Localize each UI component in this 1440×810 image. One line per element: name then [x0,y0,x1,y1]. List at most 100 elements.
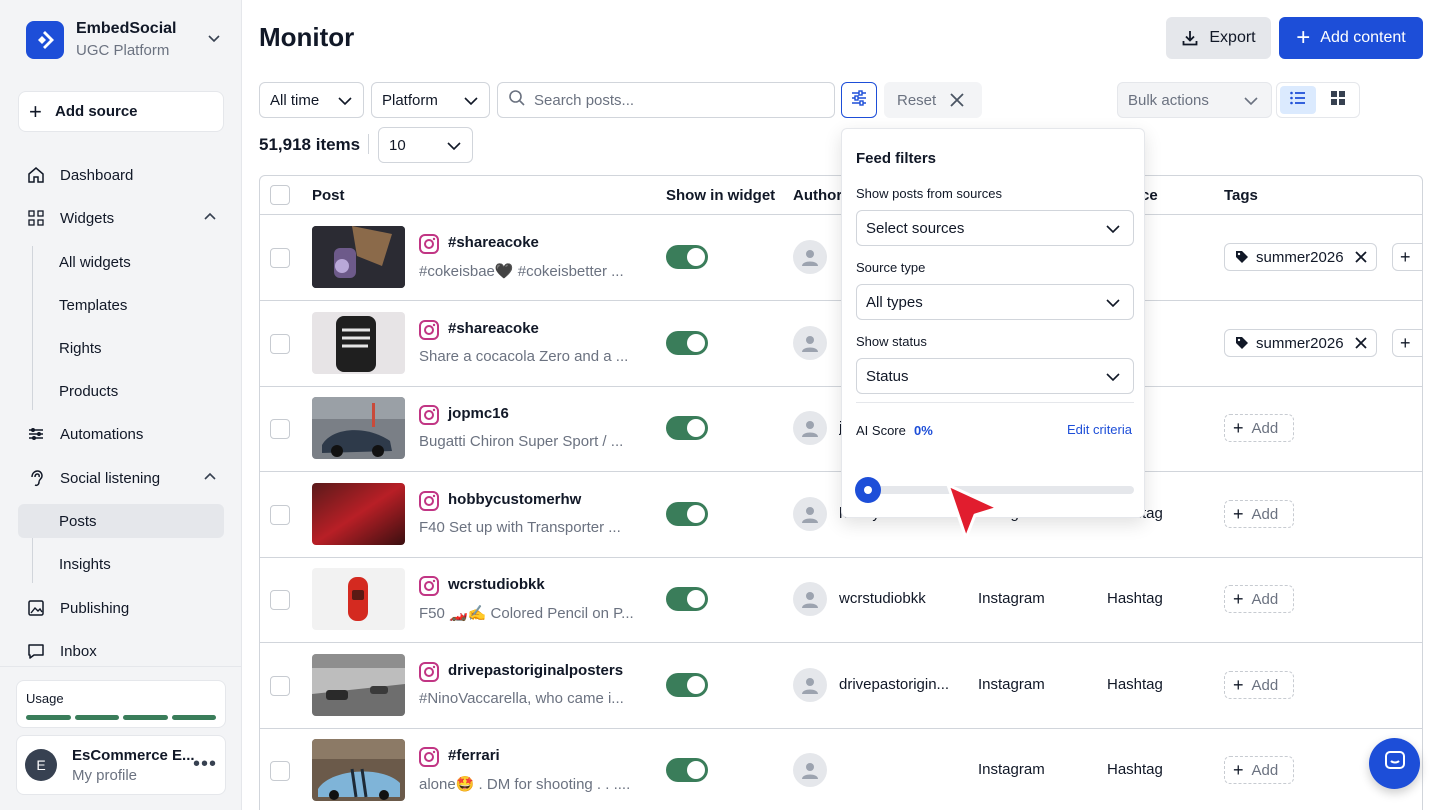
remove-tag-icon[interactable] [1354,336,1368,350]
add-tag-button[interactable]: + [1392,329,1422,357]
sidebar-item-inbox[interactable]: Inbox [18,634,224,668]
post-thumbnail[interactable] [312,654,405,716]
add-tag-button[interactable]: + Add [1224,671,1294,699]
show-in-widget-toggle[interactable] [666,758,708,782]
source-type-select[interactable]: All types [856,284,1134,320]
row-checkbox[interactable] [270,419,290,439]
usage-segment [171,715,216,720]
brand-subtitle: UGC Platform [76,42,170,59]
page-size-value: 10 [389,136,406,154]
export-label: Export [1209,29,1256,46]
add-tag-label: Add [1251,676,1279,694]
add-tag-button[interactable]: + [1392,243,1422,271]
chevron-down-icon [1243,93,1259,113]
post-caption: #NinoVaccarella, who came i... [419,690,624,707]
more-options-icon[interactable]: ••• [193,754,217,774]
show-in-widget-toggle[interactable] [666,673,708,697]
sidebar-item-insights[interactable]: Insights [40,547,224,581]
post-title[interactable]: #ferrari [448,747,500,764]
select-all-checkbox[interactable] [270,185,290,205]
author-avatar [793,753,827,787]
page-size-select[interactable]: 10 [378,127,473,163]
sidebar-item-social-listening[interactable]: Social listening [18,461,224,495]
post-title[interactable]: drivepastoriginalposters [448,662,623,679]
post-title[interactable]: #shareacoke [448,234,539,251]
remove-tag-icon[interactable] [1354,250,1368,264]
reset-filters-button[interactable]: Reset [884,82,982,118]
ai-score-slider-handle[interactable] [855,477,881,503]
sidebar-item-templates[interactable]: Templates [40,288,224,322]
add-content-button[interactable]: + Add content [1279,17,1423,59]
show-in-widget-toggle[interactable] [666,331,708,355]
search-box[interactable] [497,82,835,118]
sidebar-item-dashboard[interactable]: Dashboard [18,158,224,192]
reset-label: Reset [897,91,937,109]
add-tag-button[interactable]: + Add [1224,500,1294,528]
grid-view-button[interactable] [1320,86,1356,114]
instagram-icon [419,576,439,596]
row-checkbox[interactable] [270,248,290,268]
show-in-widget-toggle[interactable] [666,245,708,269]
post-thumbnail[interactable] [312,568,405,630]
show-in-widget-toggle[interactable] [666,587,708,611]
platform-cell: Instagram [978,676,1045,693]
add-tag-button[interactable]: + Add [1224,414,1294,442]
add-source-button[interactable]: + Add source [18,91,224,132]
post-thumbnail[interactable] [312,226,405,288]
post-thumbnail[interactable] [312,397,405,459]
table-row[interactable]: #ferrari alone🤩 . DM for shooting . . ..… [260,728,1422,810]
sidebar-item-widgets[interactable]: Widgets [18,201,224,235]
time-range-select[interactable]: All time [259,82,364,118]
edit-criteria-link[interactable]: Edit criteria [1067,422,1132,437]
row-checkbox[interactable] [270,676,290,696]
row-checkbox[interactable] [270,761,290,781]
post-title[interactable]: wcrstudiobkk [448,576,545,593]
usage-card[interactable]: Usage [16,680,226,728]
add-tag-label: Add [1251,505,1279,523]
filters-button[interactable] [841,82,877,118]
show-in-widget-toggle[interactable] [666,416,708,440]
post-thumbnail[interactable] [312,312,405,374]
chevron-down-icon [1105,221,1121,241]
sources-select[interactable]: Select sources [856,210,1134,246]
post-title[interactable]: #shareacoke [448,320,539,337]
add-tag-button[interactable]: + Add [1224,585,1294,613]
export-button[interactable]: Export [1166,17,1271,59]
row-checkbox[interactable] [270,334,290,354]
row-checkbox[interactable] [270,505,290,525]
sidebar-item-products[interactable]: Products [40,374,224,408]
support-chat-button[interactable] [1369,738,1420,789]
plus-icon: + [1233,504,1244,524]
chevron-down-icon [446,138,462,158]
post-title[interactable]: jopmc16 [448,405,509,422]
chat-icon [26,641,46,661]
list-view-button[interactable] [1280,86,1316,114]
tag-chip[interactable]: summer2026 [1224,329,1377,357]
show-in-widget-toggle[interactable] [666,502,708,526]
bulk-actions-select[interactable]: Bulk actions [1117,82,1272,118]
post-thumbnail[interactable] [312,483,405,545]
sidebar-item-all-widgets[interactable]: All widgets [40,245,224,279]
sidebar: EmbedSocial UGC Platform + Add source Da… [0,0,242,810]
status-select[interactable]: Status [856,358,1134,394]
post-caption: alone🤩 . DM for shooting . . .... [419,776,631,793]
post-thumbnail[interactable] [312,739,405,801]
table-row[interactable]: wcrstudiobkk F50 🏎️✍️ Colored Pencil on … [260,557,1422,643]
table-row[interactable]: drivepastoriginalposters #NinoVaccarella… [260,643,1422,729]
sidebar-item-automations[interactable]: Automations [18,417,224,451]
sidebar-item-label: Social listening [60,469,161,487]
search-input[interactable] [534,91,824,109]
row-checkbox[interactable] [270,590,290,610]
status-value: Status [866,367,909,385]
post-title[interactable]: hobbycustomerhw [448,491,581,508]
avatar: E [25,749,57,781]
add-tag-button[interactable]: + Add [1224,756,1294,784]
brand-switcher[interactable]: EmbedSocial UGC Platform [26,18,226,62]
platform-select[interactable]: Platform [371,82,490,118]
profile-card[interactable]: E EsCommerce E... My profile ••• [16,735,226,795]
sidebar-item-posts[interactable]: Posts [18,504,224,538]
sidebar-item-publishing[interactable]: Publishing [18,591,224,625]
sidebar-item-rights[interactable]: Rights [40,331,224,365]
tag-chip[interactable]: summer2026 [1224,243,1377,271]
source-type-value: All types [866,293,923,311]
